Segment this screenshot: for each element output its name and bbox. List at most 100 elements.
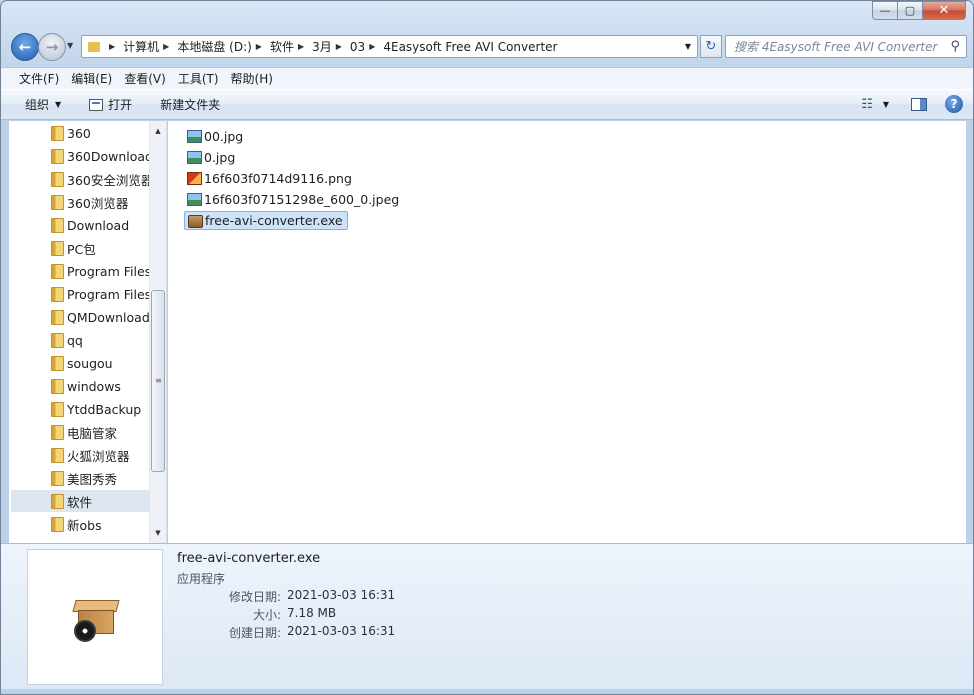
- tree-item[interactable]: Program Files: [11, 283, 150, 305]
- organize-button[interactable]: 组织 ▼: [1, 96, 75, 113]
- tree-item[interactable]: 火狐浏览器: [11, 444, 150, 466]
- recent-pages-button[interactable]: ▼: [67, 41, 73, 50]
- close-button[interactable]: ✕: [922, 1, 966, 20]
- file-list-pane[interactable]: 00.jpg 0.jpg 16f603f0714d9116.png 16f603f07…: [168, 121, 966, 543]
- menu-tools[interactable]: 工具(T): [172, 70, 225, 87]
- breadcrumb-drive-d[interactable]: 本地磁盘 (D:) ▶: [177, 38, 270, 55]
- menu-view[interactable]: 查看(V): [118, 70, 172, 87]
- help-icon[interactable]: ?: [945, 95, 963, 113]
- folder-icon: [88, 41, 100, 52]
- tree-item[interactable]: 360浏览器: [11, 191, 150, 213]
- tree-item-label: 美图秀秀: [67, 471, 118, 487]
- search-placeholder: 搜索 4Easysoft Free AVI Converter: [734, 40, 938, 54]
- back-button[interactable]: ←: [11, 33, 39, 61]
- folder-icon: [51, 379, 64, 394]
- tree-item[interactable]: qq: [11, 329, 150, 351]
- folder-icon: [51, 356, 64, 371]
- modified-label: 修改日期:: [228, 590, 281, 604]
- chevron-right-icon[interactable]: ▶: [336, 42, 342, 51]
- forward-button[interactable]: →: [38, 33, 66, 61]
- tree-item-label: 软件: [67, 494, 93, 510]
- scroll-up-button[interactable]: ▲: [150, 123, 166, 139]
- maximize-button[interactable]: ▢: [897, 1, 923, 20]
- breadcrumb-computer[interactable]: 计算机 ▶: [123, 38, 177, 55]
- address-bar[interactable]: ▶ 计算机 ▶ 本地磁盘 (D:) ▶ 软件 ▶ 3月 ▶ 03 ▶ 4Easysoft …: [81, 35, 698, 58]
- scrollbar-thumb[interactable]: ≡: [151, 290, 165, 472]
- menu-file[interactable]: 文件(F): [13, 70, 65, 87]
- tree-item[interactable]: Program Files: [11, 260, 150, 282]
- caption-buttons: — ▢ ✕: [872, 1, 966, 20]
- tree-item[interactable]: YtddBackup: [11, 398, 150, 420]
- breadcrumb-03[interactable]: 03 ▶: [350, 40, 383, 54]
- tree-item-label: Download: [67, 217, 130, 233]
- view-dropdown-button[interactable]: ▼: [883, 100, 889, 109]
- tree-item[interactable]: 360: [11, 122, 150, 144]
- created-value: 2021-03-03 16:31: [287, 624, 396, 638]
- file-item[interactable]: 00.jpg: [184, 127, 247, 146]
- breadcrumb-software[interactable]: 软件 ▶: [270, 38, 312, 55]
- tree-item[interactable]: Download: [11, 214, 150, 236]
- details-modified-row: 修改日期: 2021-03-03 16:31: [177, 588, 395, 605]
- menu-help[interactable]: 帮助(H): [225, 70, 279, 87]
- new-folder-button[interactable]: 新建文件夹: [146, 96, 234, 113]
- view-options-icon[interactable]: ☷: [861, 97, 873, 112]
- tree-item[interactable]: 美图秀秀: [11, 467, 150, 489]
- folder-icon: [51, 287, 64, 302]
- navigation-pane: 360 360Download 360安全浏览器 360浏览器 Download PC包 P…: [9, 121, 167, 543]
- minimize-button[interactable]: —: [872, 1, 898, 20]
- tree-item-label: 火狐浏览器: [67, 448, 130, 464]
- details-file-type: 应用程序: [177, 572, 226, 586]
- image-file-icon: [187, 151, 202, 164]
- application-box-icon: [72, 594, 120, 642]
- search-input[interactable]: 搜索 4Easysoft Free AVI Converter ⚲: [725, 35, 967, 58]
- chevron-right-icon[interactable]: ▶: [256, 42, 262, 51]
- chevron-right-icon: ▶: [109, 42, 116, 51]
- tree-item-label: 新obs: [67, 517, 102, 533]
- folder-icon: [51, 448, 64, 463]
- tree-item[interactable]: 软件: [11, 490, 150, 512]
- size-value: 7.18 MB: [287, 606, 337, 620]
- tree-item-label: qq: [67, 332, 83, 348]
- file-name: 0.jpg: [204, 150, 236, 165]
- menu-edit[interactable]: 编辑(E): [65, 70, 118, 87]
- preview-pane-icon[interactable]: [911, 97, 927, 111]
- tree-item[interactable]: sougou: [11, 352, 150, 374]
- file-item[interactable]: 16f603f0714d9116.png: [184, 169, 356, 188]
- grip-icon: ≡: [155, 376, 162, 385]
- search-icon[interactable]: ⚲: [950, 39, 960, 54]
- chevron-right-icon[interactable]: ▶: [298, 42, 304, 51]
- address-dropdown-button[interactable]: ▼: [685, 42, 691, 51]
- open-button[interactable]: 打开: [75, 96, 146, 113]
- modified-value: 2021-03-03 16:31: [287, 588, 396, 602]
- tree-item[interactable]: 新obs: [11, 513, 150, 535]
- open-icon: [89, 98, 104, 111]
- tree-item[interactable]: PC包: [11, 237, 150, 259]
- tree-item[interactable]: QMDownload: [11, 306, 150, 328]
- breadcrumb-march[interactable]: 3月 ▶: [312, 38, 350, 55]
- nav-pane-scrollbar[interactable]: ▲ ≡ ▼: [149, 121, 166, 543]
- breadcrumb-current-folder[interactable]: 4Easysoft Free AVI Converter: [383, 40, 557, 54]
- folder-icon: [51, 517, 64, 532]
- file-item[interactable]: 0.jpg: [184, 148, 239, 167]
- tree-item-label: windows: [67, 378, 121, 394]
- folder-icon: [51, 149, 64, 164]
- tree-item[interactable]: 360Download: [11, 145, 150, 167]
- scroll-down-button[interactable]: ▼: [150, 525, 166, 541]
- tree-item[interactable]: windows: [11, 375, 150, 397]
- tree-item[interactable]: 电脑管家: [11, 421, 150, 443]
- tree-item[interactable]: 360安全浏览器: [11, 168, 150, 190]
- details-pane: free-avi-converter.exe 应用程序 修改日期: 2021-0…: [1, 543, 973, 689]
- chevron-right-icon[interactable]: ▶: [163, 42, 169, 51]
- folder-icon: [51, 172, 64, 187]
- tree-item-label: 电脑管家: [67, 425, 118, 441]
- file-name: 16f603f07151298e_600_0.jpeg: [204, 192, 400, 207]
- tree-item-label: 360浏览器: [67, 195, 129, 211]
- file-item[interactable]: 16f603f07151298e_600_0.jpeg: [184, 190, 403, 209]
- folder-icon: [51, 241, 64, 256]
- chevron-right-icon[interactable]: ▶: [369, 42, 375, 51]
- image-file-icon: [187, 130, 202, 143]
- navigation-row: ← → ▼ ▶ 计算机 ▶ 本地磁盘 (D:) ▶ 软件 ▶ 3月 ▶ 03 ▶ 4Eas…: [9, 32, 967, 62]
- refresh-button[interactable]: ↻: [700, 35, 722, 58]
- file-item[interactable]: free-avi-converter.exe: [184, 211, 348, 230]
- folder-icon: [51, 264, 64, 279]
